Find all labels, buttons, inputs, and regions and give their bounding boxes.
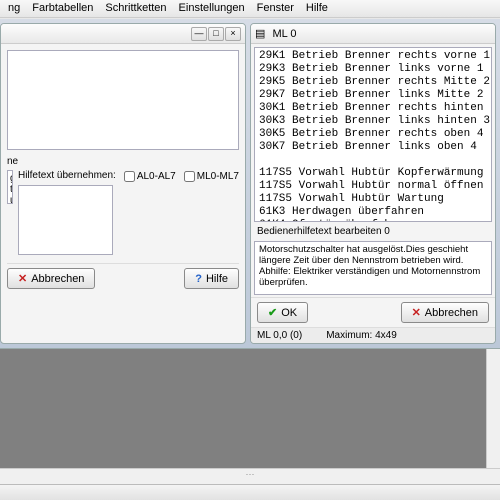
menu-item[interactable]: Schrittketten [105,2,166,15]
window-controls: — □ × [191,27,241,41]
right-window-title: ML 0 [272,28,296,40]
bedien-label: Bedienerhilfetext bearbeiten 0 [251,224,495,239]
message-list[interactable]: 29K1 Betrieb Brenner rechts vorne 1 29K3… [254,47,492,222]
hilfetext-label: Hilfetext übernehmen: [18,170,116,181]
help-icon: ? [195,273,202,285]
cancel-button[interactable]: ✕Abbrechen [401,302,489,323]
status-position: ML 0,0 (0) [257,330,302,341]
checkbox-al[interactable]: AL0-AL7 [124,171,176,182]
help-button[interactable]: ?Hilfe [184,268,239,289]
minimize-button[interactable]: — [191,27,207,41]
bedien-textarea[interactable]: Motorschutzschalter hat ausgelöst.Dies g… [254,241,492,295]
vertical-scrollbar[interactable] [486,349,500,484]
left-child-window: — □ × ne gestört. ten und überprüfen las… [0,23,246,344]
ok-button[interactable]: ✔OK [257,302,308,323]
text-display-1: gestört. ten und überprüfen lassen. [7,170,13,204]
menu-item[interactable]: ng [8,2,20,15]
checkbox-ml[interactable]: ML0-ML7 [184,171,239,182]
left-main-listbox[interactable] [7,50,239,150]
menu-item[interactable]: Hilfe [306,2,328,15]
close-button[interactable]: × [225,27,241,41]
hilfetext-textarea[interactable] [18,185,113,255]
right-statusbar: ML 0,0 (0) Maximum: 4x49 [251,327,495,343]
document-icon: ▤ [255,28,265,40]
close-icon: ✕ [412,306,421,319]
close-icon: ✕ [18,272,27,285]
menubar: ng Farbtabellen Schrittketten Einstellun… [0,0,500,18]
check-icon: ✔ [268,306,277,319]
cancel-button[interactable]: ✕Abbrechen [7,268,95,289]
menu-item[interactable]: Farbtabellen [32,2,93,15]
menu-item[interactable]: Einstellungen [179,2,245,15]
menu-item[interactable]: Fenster [257,2,294,15]
right-window-titlebar: ▤ ML 0 [251,24,495,44]
left-window-titlebar: — □ × [1,24,245,44]
app-statusbar [0,484,500,500]
label-ne: ne [7,156,239,167]
lower-gray-area [0,349,500,484]
right-child-window: ▤ ML 0 29K1 Betrieb Brenner rechts vorne… [250,23,496,344]
horizontal-scrollbar[interactable] [0,468,500,484]
status-maximum: Maximum: 4x49 [326,330,397,341]
mdi-workspace: — □ × ne gestört. ten und überprüfen las… [0,19,500,349]
maximize-button[interactable]: □ [208,27,224,41]
